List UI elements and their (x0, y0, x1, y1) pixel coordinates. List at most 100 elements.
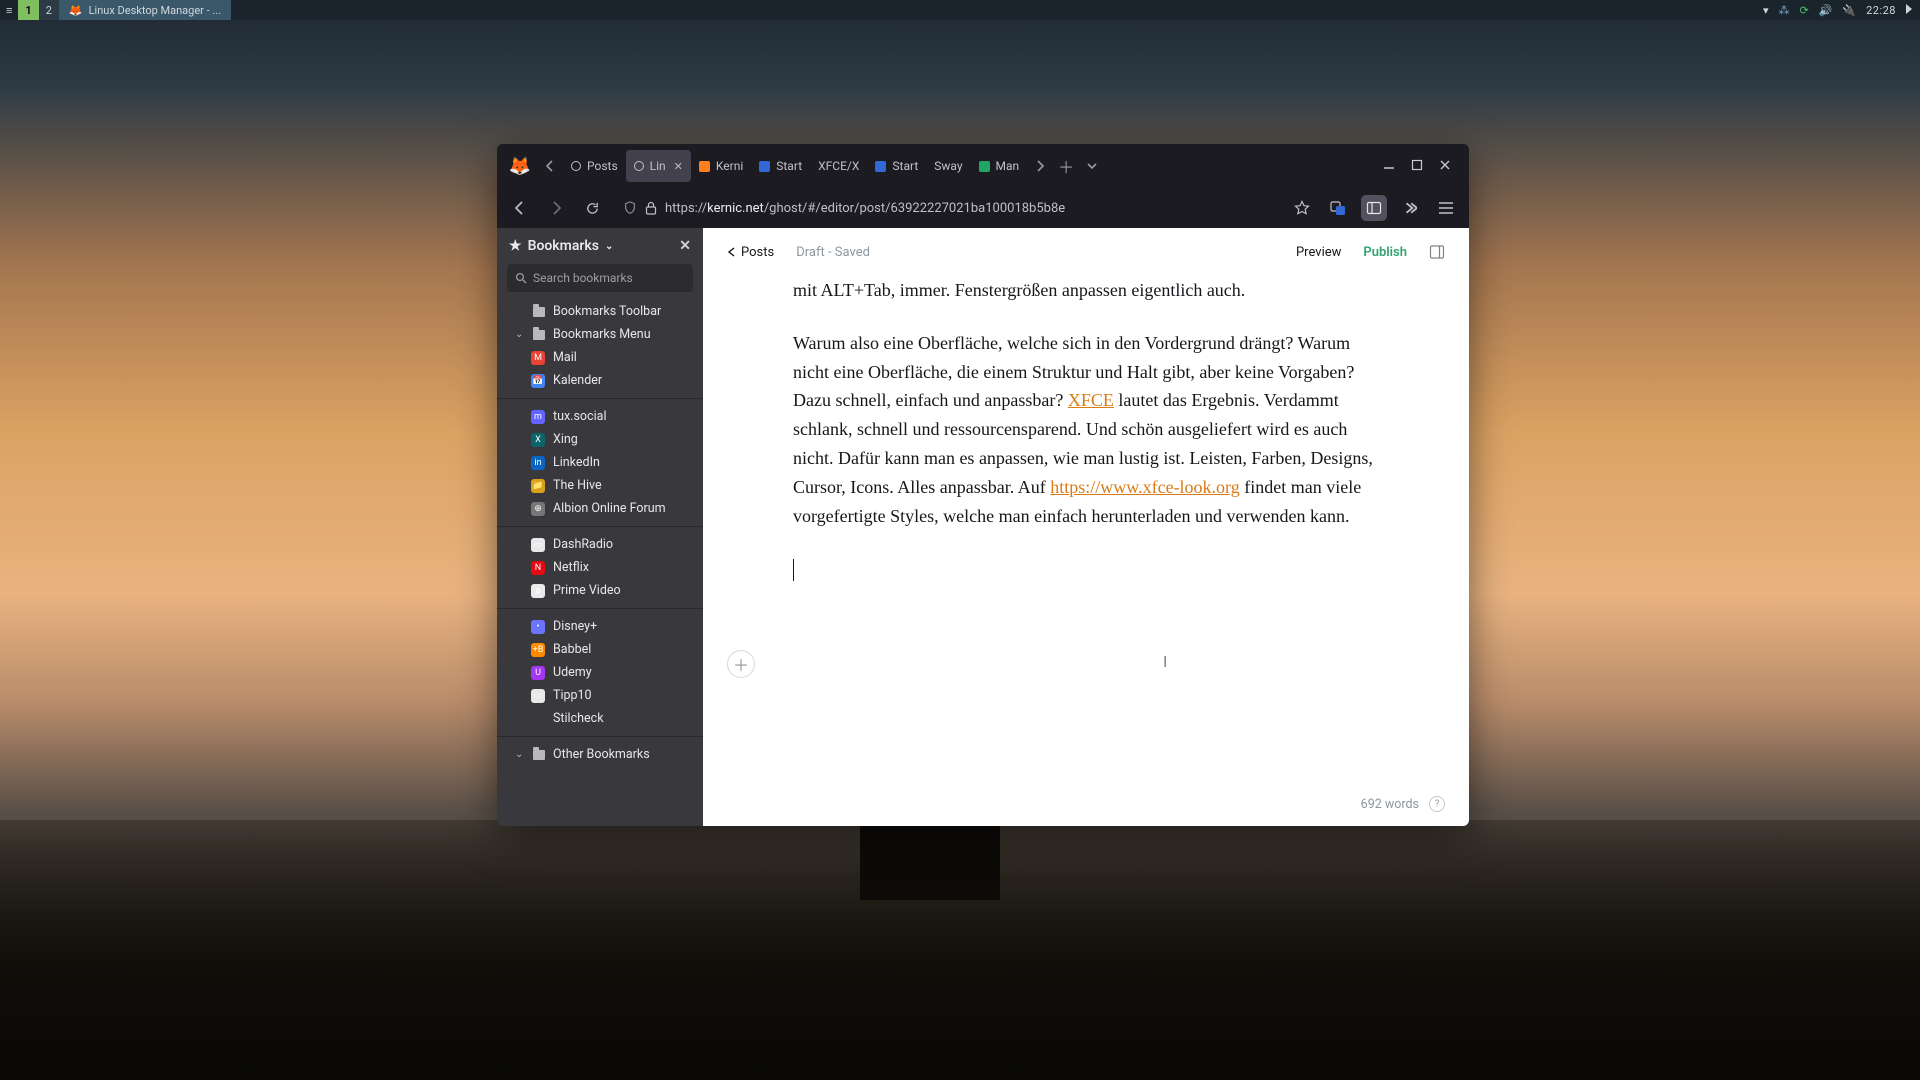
posts-back[interactable]: Posts (727, 245, 774, 260)
network-icon[interactable]: ▾ (1763, 4, 1769, 17)
all-tabs-button[interactable] (1079, 153, 1105, 179)
link-xfce[interactable]: XFCE (1068, 390, 1114, 410)
word-count: 692 words (1361, 797, 1419, 812)
bookmarks-sidebar: ★ Bookmarks ⌄ ✕ Search bookmarks Bookmar… (497, 228, 703, 826)
menu-icon[interactable]: ≡ (0, 0, 18, 20)
window-close[interactable] (1439, 159, 1453, 173)
sidebar-toggle-icon[interactable] (1361, 195, 1387, 221)
bookmark-item[interactable]: 📅Kalender (497, 369, 703, 392)
star-icon: ★ (509, 238, 522, 254)
favicon: • (531, 620, 545, 634)
bookmark-item[interactable]: Stilcheck (497, 707, 703, 730)
editor-body[interactable]: mit ALT+Tab, immer. Fenstergrößen anpass… (703, 276, 1469, 826)
panel-collapse-icon[interactable] (1906, 4, 1912, 17)
text-cursor-icon: I (1163, 652, 1167, 671)
bookmark-star-icon[interactable] (1289, 195, 1315, 221)
settings-panel-icon[interactable] (1429, 244, 1445, 260)
link-xfce-look[interactable]: https://www.xfce-look.org (1050, 477, 1239, 497)
browser-tab[interactable]: Kerni (691, 150, 751, 182)
browser-tab[interactable]: Lin✕ (626, 150, 691, 182)
bookmark-item[interactable]: +BBabbel (497, 638, 703, 661)
editor-topbar: Posts Draft - Saved Preview Publish (703, 228, 1469, 276)
publish-button[interactable]: Publish (1363, 245, 1407, 260)
favicon: 📁 (531, 479, 545, 493)
browser-tab[interactable]: Start (867, 150, 926, 182)
bluetooth-icon[interactable]: ⁂ (1778, 4, 1789, 17)
tabs-scroll-left[interactable] (537, 153, 563, 179)
window-maximize[interactable] (1411, 159, 1425, 173)
browser-tab[interactable]: Start (751, 150, 810, 182)
browser-tab[interactable]: Man (971, 150, 1028, 182)
bookmarks-folder[interactable]: ⌄Bookmarks Menu (497, 323, 703, 346)
bookmarks-tree: Bookmarks Toolbar⌄Bookmarks MenuMMail📅Ka… (497, 300, 703, 826)
favicon: 📅 (531, 374, 545, 388)
bookmark-item[interactable]: aPrime Video (497, 579, 703, 602)
workspace-1[interactable]: 1 (18, 0, 38, 20)
nav-back[interactable] (507, 195, 533, 221)
bookmark-item[interactable]: ▭Tipp10 (497, 684, 703, 707)
favicon: X (531, 433, 545, 447)
bookmark-item[interactable]: MMail (497, 346, 703, 369)
folder-icon (533, 330, 545, 340)
close-sidebar-icon[interactable]: ✕ (679, 238, 691, 254)
chevron-down-icon[interactable]: ⌄ (605, 241, 613, 252)
bookmarks-title: Bookmarks (528, 238, 599, 254)
paragraph: mit ALT+Tab, immer. Fenstergrößen anpass… (793, 276, 1379, 305)
draft-status: Draft - Saved (796, 245, 870, 260)
favicon: m (531, 410, 545, 424)
firefox-icon: 🦊 (69, 4, 83, 17)
tabs-scroll-right[interactable] (1027, 153, 1053, 179)
favicon: U (531, 666, 545, 680)
url-text: https://kernic.net/ghost/#/editor/post/6… (665, 201, 1065, 216)
firefox-window: 🦊 PostsLin✕KerniStartXFCE/XStartSwayMan … (497, 144, 1469, 826)
editor-footer: 692 words ? (1361, 796, 1445, 812)
update-icon[interactable]: ⟳ (1799, 4, 1808, 17)
preview-button[interactable]: Preview (1296, 245, 1341, 260)
bookmarks-search-placeholder: Search bookmarks (533, 271, 633, 285)
favicon: ⊕ (531, 502, 545, 516)
favicon: ▭ (531, 689, 545, 703)
search-icon (515, 272, 527, 284)
close-tab-icon[interactable]: ✕ (674, 160, 683, 173)
url-bar[interactable]: https://kernic.net/ghost/#/editor/post/6… (615, 193, 1279, 223)
caret-line (793, 554, 1379, 583)
window-minimize[interactable] (1383, 159, 1397, 173)
favicon (531, 712, 545, 726)
bookmarks-folder[interactable]: ⌄Other Bookmarks (497, 743, 703, 766)
browser-tab[interactable]: XFCE/X (810, 150, 867, 182)
bookmark-item[interactable]: ⊕Albion Online Forum (497, 497, 703, 520)
firefox-home-icon[interactable]: 🦊 (503, 156, 537, 177)
folder-icon (533, 750, 545, 760)
workspace-2[interactable]: 2 (39, 0, 59, 20)
add-card-button[interactable]: ＋ (727, 650, 755, 678)
bookmarks-search[interactable]: Search bookmarks (507, 264, 693, 292)
bookmark-item[interactable]: XXing (497, 428, 703, 451)
clock[interactable]: 22:28 (1866, 4, 1896, 17)
taskbar-item-firefox[interactable]: 🦊 Linux Desktop Manager - ... (59, 0, 231, 20)
ghost-editor: Posts Draft - Saved Preview Publish mit … (703, 228, 1469, 826)
lock-icon (645, 201, 657, 215)
overflow-icon[interactable] (1397, 195, 1423, 221)
bookmark-item[interactable]: ▭DashRadio (497, 533, 703, 556)
power-icon[interactable]: 🔌 (1842, 4, 1856, 17)
bookmark-item[interactable]: NNetflix (497, 556, 703, 579)
bookmark-item[interactable]: 📁The Hive (497, 474, 703, 497)
bookmark-item[interactable]: mtux.social (497, 405, 703, 428)
nav-forward[interactable] (543, 195, 569, 221)
shield-icon (623, 201, 637, 215)
translate-icon[interactable] (1325, 195, 1351, 221)
favicon: in (531, 456, 545, 470)
browser-tab[interactable]: Sway (926, 150, 970, 182)
volume-icon[interactable]: 🔊 (1819, 4, 1833, 17)
nav-reload[interactable] (579, 195, 605, 221)
xfce-panel: ≡ 1 2 🦊 Linux Desktop Manager - ... ▾ ⁂ … (0, 0, 1920, 20)
bookmarks-folder[interactable]: Bookmarks Toolbar (497, 300, 703, 323)
app-menu-icon[interactable] (1433, 195, 1459, 221)
help-icon[interactable]: ? (1429, 796, 1445, 812)
tab-strip: 🦊 PostsLin✕KerniStartXFCE/XStartSwayMan … (497, 144, 1469, 188)
new-tab-button[interactable]: ＋ (1053, 153, 1079, 179)
bookmark-item[interactable]: •Disney+ (497, 615, 703, 638)
bookmark-item[interactable]: UUdemy (497, 661, 703, 684)
bookmark-item[interactable]: inLinkedIn (497, 451, 703, 474)
browser-tab[interactable]: Posts (563, 150, 626, 182)
